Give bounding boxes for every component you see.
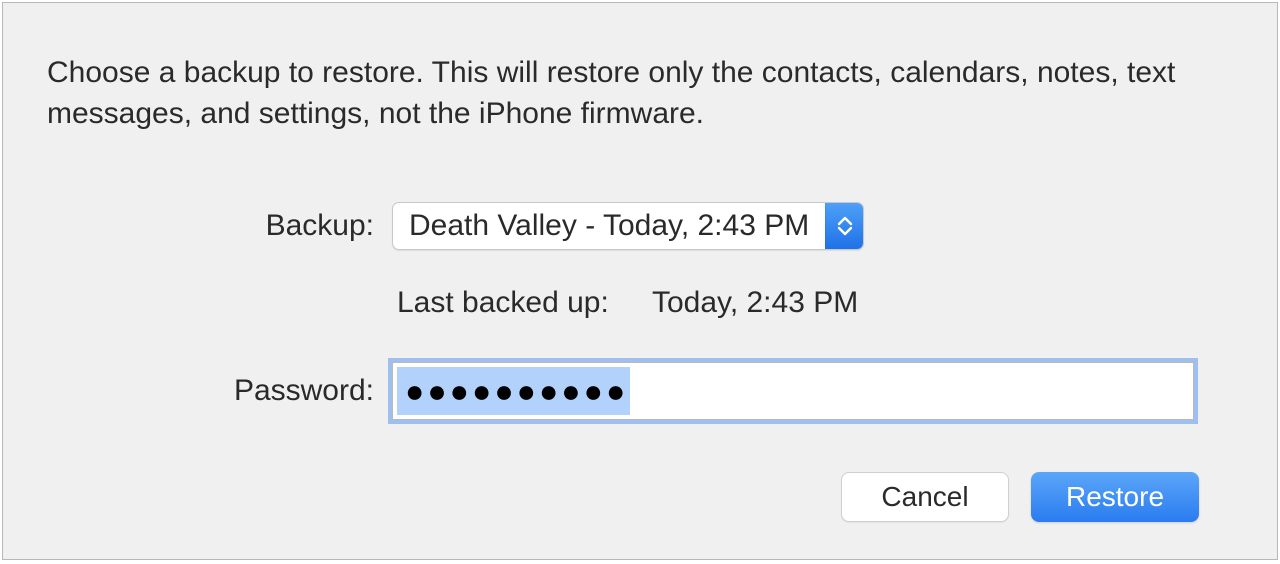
dialog-description: Choose a backup to restore. This will re… — [47, 53, 1233, 134]
password-label: Password: — [47, 374, 392, 408]
dialog-buttons: Cancel Restore — [47, 472, 1233, 522]
last-backed-up-value: Today, 2:43 PM — [652, 286, 858, 320]
restore-backup-dialog: Choose a backup to restore. This will re… — [2, 2, 1278, 560]
cancel-button[interactable]: Cancel — [841, 472, 1009, 522]
backup-select[interactable]: Death Valley - Today, 2:43 PM — [392, 202, 864, 250]
restore-button[interactable]: Restore — [1031, 472, 1199, 522]
last-backed-up-label: Last backed up: — [47, 286, 652, 320]
password-input[interactable]: ●●●●●●●●●● — [392, 362, 1194, 420]
last-backed-up-row: Last backed up: Today, 2:43 PM — [47, 286, 1233, 320]
backup-select-value: Death Valley - Today, 2:43 PM — [393, 203, 825, 249]
backup-label: Backup: — [47, 209, 392, 243]
password-masked-value: ●●●●●●●●●● — [397, 367, 630, 415]
backup-row: Backup: Death Valley - Today, 2:43 PM — [47, 202, 1233, 250]
password-row: Password: ●●●●●●●●●● — [47, 362, 1233, 420]
updown-stepper-icon — [825, 203, 863, 249]
